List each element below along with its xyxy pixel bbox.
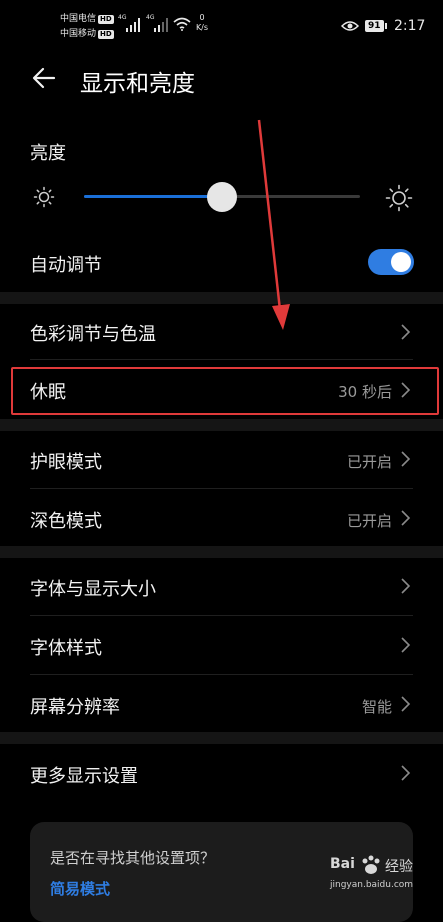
auto-adjust-label: 自动调节 (30, 255, 102, 276)
brightness-label: 亮度 (30, 143, 66, 164)
row-font-display-size[interactable]: 字体与显示大小 (0, 558, 443, 614)
signal-bars-1-icon (126, 18, 140, 32)
row-font-style-label: 字体样式 (30, 638, 102, 659)
brightness-slider-thumb[interactable] (207, 182, 237, 212)
chevron-right-icon (401, 324, 411, 340)
row-eye-comfort-label: 护眼模式 (30, 452, 102, 473)
chevron-right-icon (401, 510, 411, 526)
carrier-2-name: 中国移动 (60, 29, 97, 39)
row-eye-comfort[interactable]: 护眼模式 已开启 (0, 431, 443, 487)
annotation-arrow-icon (257, 119, 290, 330)
row-dark-mode-label: 深色模式 (30, 511, 102, 532)
chevron-right-icon (401, 451, 411, 467)
page-title: 显示和亮度 (80, 71, 195, 97)
row-dark-mode[interactable]: 深色模式 已开启 (0, 490, 443, 546)
section-divider (0, 292, 443, 304)
row-more-display-settings-label: 更多显示设置 (30, 766, 138, 787)
chevron-right-icon (401, 637, 411, 653)
section-divider (0, 419, 443, 431)
row-font-display-size-label: 字体与显示大小 (30, 579, 156, 600)
row-separator (30, 359, 413, 360)
battery-indicator: 91 (365, 20, 387, 32)
row-dark-mode-value: 已开启 (346, 512, 392, 530)
row-more-display-settings[interactable]: 更多显示设置 (0, 744, 443, 802)
suggestion-question: 是否在寻找其他设置项？ (50, 849, 216, 867)
row-separator (30, 615, 413, 616)
row-font-style[interactable]: 字体样式 (0, 617, 443, 673)
row-screen-resolution[interactable]: 屏幕分辨率 智能 (0, 676, 443, 732)
row-screen-resolution-value: 智能 (361, 698, 392, 716)
hd-badge-2: HD (98, 30, 114, 39)
row-separator (30, 488, 413, 489)
back-button[interactable] (30, 64, 58, 92)
watermark-url: jingyan.baidu.com (330, 880, 414, 890)
watermark-logo-left: Bai (330, 856, 355, 872)
auto-adjust-toggle[interactable] (368, 249, 414, 275)
chevron-right-icon (401, 696, 411, 712)
brightness-slider-fill (84, 195, 222, 198)
status-bar: 中国电信 HD 中国移动 HD 4G 4G 0 K/s 91 2:17 (0, 0, 443, 44)
status-time: 2:17 (394, 18, 426, 34)
section-divider (0, 546, 443, 558)
sun-small-icon (33, 186, 55, 208)
chevron-right-icon (401, 578, 411, 594)
signal-bars-2-icon (154, 18, 168, 32)
paw-icon (362, 855, 380, 874)
row-color-temperature-label: 色彩调节与色温 (30, 324, 156, 345)
highlight-box (11, 367, 439, 415)
carrier-1-name: 中国电信 (60, 14, 97, 24)
row-color-temperature[interactable]: 色彩调节与色温 (0, 304, 443, 358)
sun-large-icon (385, 184, 413, 212)
brightness-slider[interactable] (84, 181, 360, 213)
watermark-logo-right: 经验 (385, 859, 413, 875)
arrow-left-icon (32, 67, 56, 89)
row-separator (30, 674, 413, 675)
network-speed-value: 0 (199, 13, 205, 22)
row-screen-resolution-label: 屏幕分辨率 (30, 697, 120, 718)
hd-badge: HD (98, 15, 114, 24)
carrier-1: 中国电信 HD (60, 13, 114, 25)
network-speed-unit: K/s (195, 23, 209, 32)
simple-mode-link[interactable]: 简易模式 (50, 878, 110, 899)
auto-adjust-toggle-knob (391, 252, 411, 272)
row-eye-comfort-value: 已开启 (346, 453, 392, 471)
section-divider (0, 732, 443, 744)
baidu-watermark: Bai 经验 jingyan.baidu.com (330, 850, 440, 900)
network-speed: 0 K/s (193, 13, 211, 33)
eye-icon (341, 21, 359, 31)
chevron-right-icon (401, 765, 411, 781)
carrier-2: 中国移动 HD (60, 28, 114, 40)
wifi-icon (173, 17, 191, 31)
